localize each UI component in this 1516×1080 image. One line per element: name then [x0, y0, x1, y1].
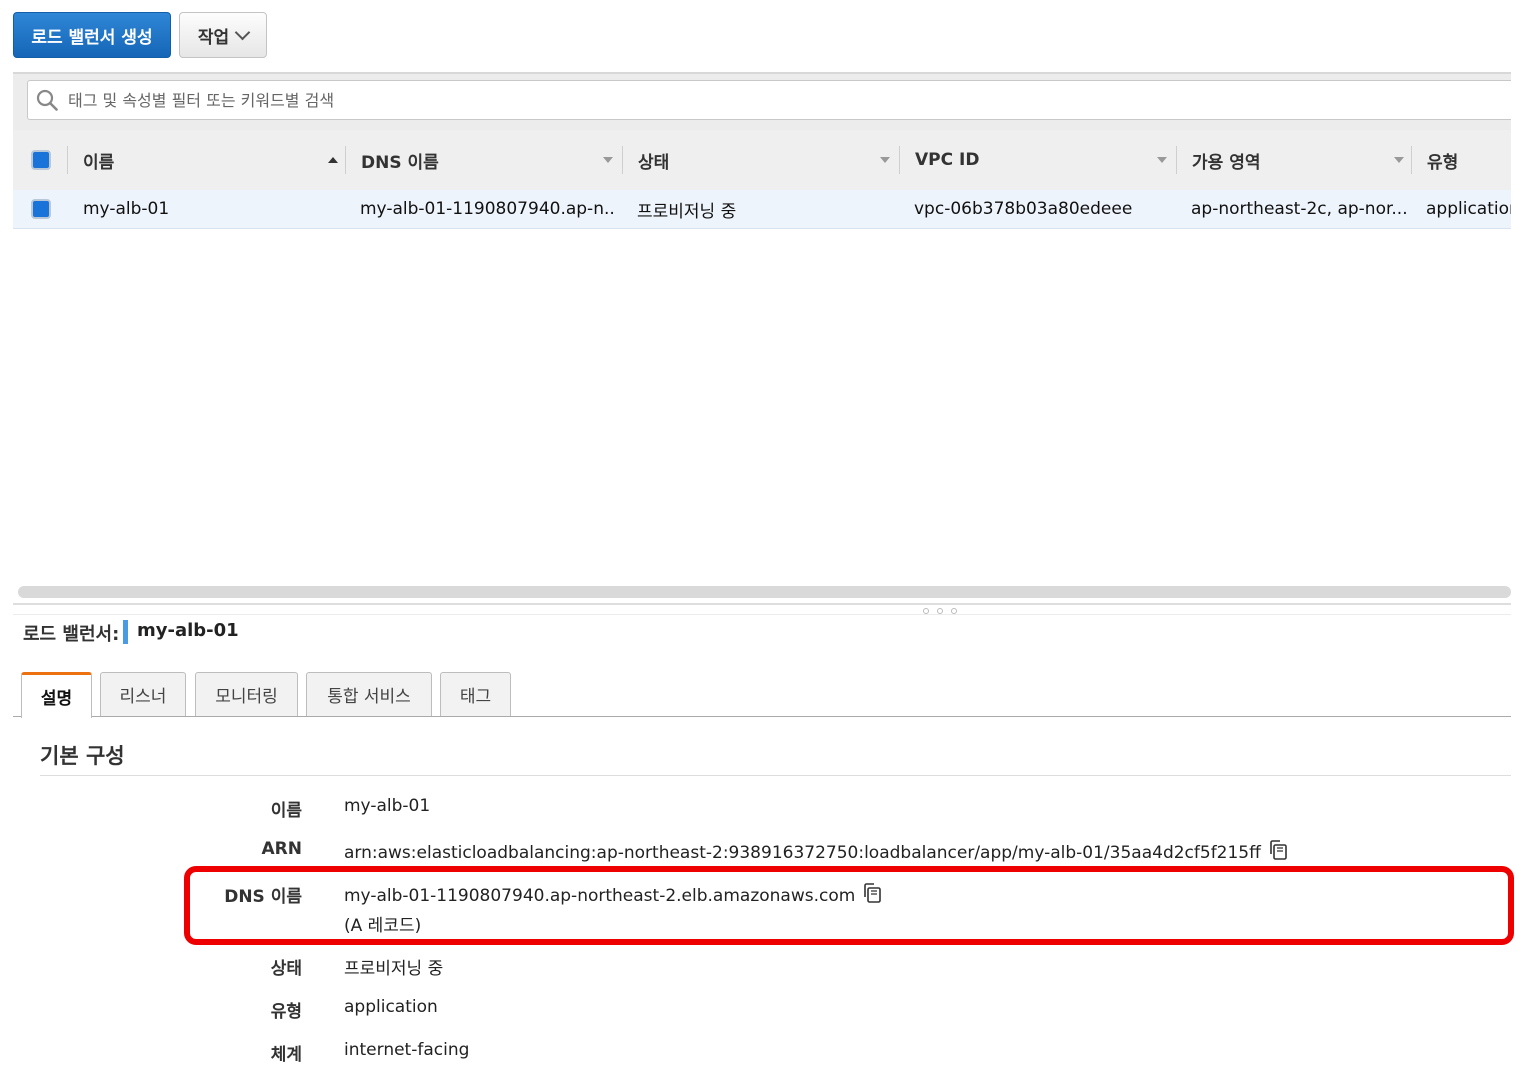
detail-header-name: my-alb-01 [137, 620, 239, 641]
tab-monitoring-label: 모니터링 [215, 687, 278, 707]
detail-header-label: 로드 밸런서: [23, 624, 120, 645]
search-icon [36, 89, 58, 111]
field-label-state: 상태 [270, 959, 302, 979]
search-input[interactable] [68, 81, 1468, 119]
row-dns-name: my-alb-01-1190807940.ap-n... [360, 199, 615, 219]
tab-tags-label: 태그 [459, 687, 492, 707]
field-value-arn: arn:aws:elasticloadbalancing:ap-northeas… [344, 843, 1261, 863]
copy-icon[interactable] [1267, 839, 1289, 861]
sort-dropdown-icon [603, 157, 613, 163]
tab-integrated-services[interactable]: 통합 서비스 [306, 672, 432, 716]
row-state: 프로비저닝 중 [637, 201, 737, 222]
tab-description[interactable]: 설명 [21, 672, 92, 718]
column-separator [67, 146, 68, 174]
column-header-name[interactable]: 이름 [83, 130, 338, 190]
field-value-type: application [344, 997, 438, 1017]
field-label-arn: ARN [261, 839, 302, 859]
select-all-checkbox[interactable] [31, 150, 51, 170]
field-value-arn-wrap: arn:aws:elasticloadbalancing:ap-northeas… [344, 839, 1289, 863]
column-header-vpc-id-label: VPC ID [915, 150, 980, 170]
field-value-name: my-alb-01 [344, 796, 431, 816]
tab-monitoring[interactable]: 모니터링 [195, 672, 298, 716]
column-header-type-label: 유형 [1427, 152, 1459, 173]
dns-highlight-box [184, 866, 1514, 945]
section-divider [40, 775, 1511, 776]
column-header-vpc-id[interactable]: VPC ID [915, 130, 1167, 190]
column-header-availability-zone-label: 가용 영역 [1192, 152, 1261, 173]
chevron-down-icon [234, 24, 251, 41]
column-header-availability-zone[interactable]: 가용 영역 [1192, 130, 1404, 190]
row-checkbox[interactable] [31, 199, 51, 219]
tab-baseline [13, 716, 1511, 717]
actions-dropdown-button[interactable]: 작업 [179, 12, 267, 58]
tab-listeners-label: 리스너 [119, 687, 167, 707]
create-load-balancer-label: 로드 밸런서 생성 [31, 27, 153, 48]
row-type: application [1426, 199, 1511, 219]
tab-integrated-services-label: 통합 서비스 [327, 687, 411, 707]
section-title: 기본 구성 [40, 744, 125, 768]
column-header-type[interactable]: 유형 [1427, 130, 1511, 190]
column-header-name-label: 이름 [83, 152, 115, 173]
pane-splitter[interactable] [13, 603, 1511, 605]
field-value-scheme: internet-facing [344, 1040, 470, 1060]
sort-dropdown-icon [1394, 157, 1404, 163]
column-header-dns[interactable]: DNS 이름 [361, 130, 613, 190]
column-header-dns-label: DNS 이름 [361, 152, 439, 173]
sort-dropdown-icon [1157, 157, 1167, 163]
tab-tags[interactable]: 태그 [440, 672, 511, 716]
column-separator [622, 146, 623, 174]
field-value-state: 프로비저닝 중 [344, 959, 444, 979]
column-separator [899, 146, 900, 174]
column-header-state[interactable]: 상태 [638, 130, 890, 190]
field-label-scheme: 체계 [270, 1045, 302, 1065]
row-availability-zone: ap-northeast-2c, ap-nor... [1191, 199, 1406, 219]
actions-label: 작업 [197, 27, 230, 48]
field-label-type: 유형 [270, 1002, 302, 1022]
create-load-balancer-button[interactable]: 로드 밸런서 생성 [13, 12, 171, 58]
row-name: my-alb-01 [83, 199, 170, 219]
column-separator [1176, 146, 1177, 174]
column-header-state-label: 상태 [638, 152, 670, 173]
column-separator [1411, 146, 1412, 174]
field-label-name: 이름 [270, 801, 302, 821]
sort-ascending-icon [328, 157, 338, 163]
pane-divider [13, 614, 1511, 615]
tab-listeners[interactable]: 리스너 [100, 672, 186, 716]
sort-dropdown-icon [880, 157, 890, 163]
detail-header-accent-bar [123, 620, 128, 644]
row-vpc-id: vpc-06b378b03a80edeee [914, 199, 1133, 219]
tab-description-label: 설명 [40, 689, 73, 709]
horizontal-scrollbar[interactable] [18, 586, 1511, 598]
column-separator [345, 146, 346, 174]
